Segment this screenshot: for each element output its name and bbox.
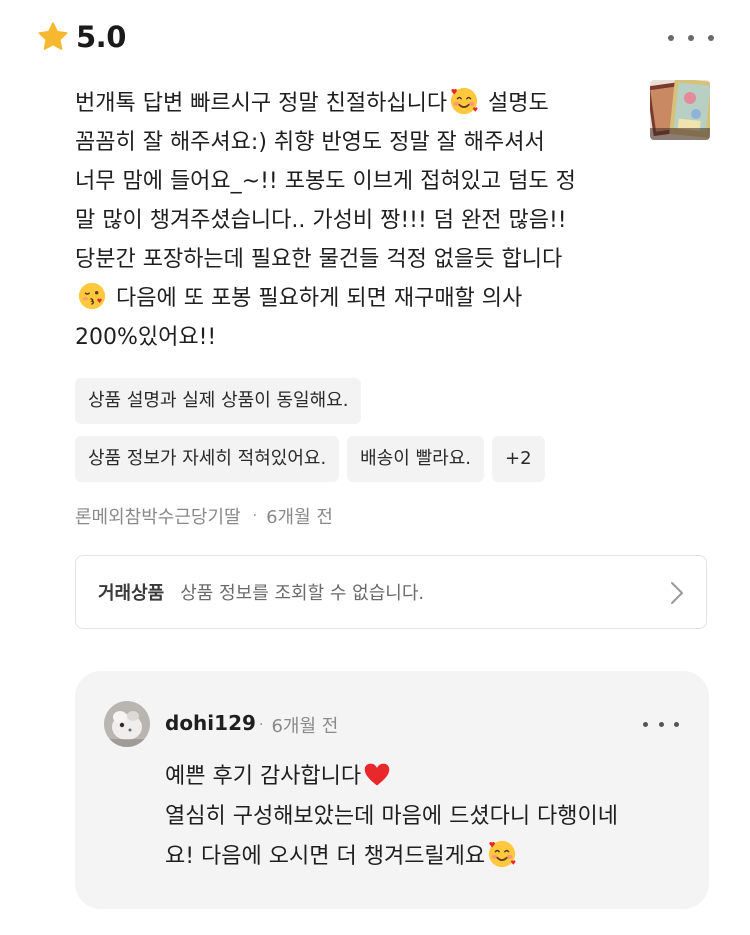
reply-line-text: 예쁜 후기 감사합니다 [165,764,362,789]
dot [708,35,714,41]
dot [688,35,694,41]
review-meta: 론메외참박수근당기딸 · 6개월 전 [75,503,333,529]
reply-author-name[interactable]: dohi129 [165,711,256,735]
review-line: 번개톡 답변 빠르시구 정말 친절하십니다 [75,91,448,116]
review-line: 200%있어요!! [75,325,217,350]
more-tags-button[interactable]: +2 [491,436,545,482]
avatar[interactable] [104,701,150,747]
reply-line: 열심히 구성해보았는데 마음에 드셨다니 다행이네 [165,804,619,829]
dot [658,721,664,727]
dot [674,721,679,727]
product-value: 상품 정보를 조회할 수 없습니다. [180,583,425,604]
meta-separator: · [259,717,264,733]
review-photo-thumbnail[interactable] [650,80,710,140]
review-line: 당분간 포장하는데 필요한 물건들 걱정 없을듯 합니다 [75,247,563,272]
tag-row: 상품 정보가 자세히 적혀있어요. 배송이 빨라요. +2 [75,436,675,482]
more-options-icon[interactable] [668,24,714,52]
smiling-face-with-hearts-icon [450,87,478,115]
reply-more-options-icon[interactable] [643,715,679,733]
reply-line: 예쁜 후기 감사합니다 [165,757,685,797]
review-line: 꼼꼼히 잘 해주셔요:) 취향 반영도 정말 잘 해주셔서 [75,130,545,155]
review-text: 번개톡 답변 빠르시구 정말 친절하십니다 설명도 꼼꼼히 잘 해주셔요:) 취… [75,84,635,357]
review-time: 6개월 전 [266,507,333,528]
dot [668,35,674,41]
chevron-right-icon [671,582,683,604]
review-author[interactable]: 론메외참박수근당기딸 [75,503,241,529]
meta-separator: · [252,508,258,524]
review-photo-image [650,80,710,140]
dot [643,721,648,727]
reply-line-text: 요! 다음에 오시면 더 챙겨드릴게요 [165,844,486,869]
review-line: 다음에 또 포봉 필요하게 되면 재구매할 의사 [109,286,523,311]
seller-reply: dohi129 · 6개월 전 예쁜 후기 감사합니다 열심히 구성해보았는데 … [75,671,709,909]
review-tags: 상품 설명과 실제 상품이 동일해요. 상품 정보가 자세히 적혀있어요. 배송… [75,378,675,494]
trade-product-link[interactable]: 거래상품 상품 정보를 조회할 수 없습니다. [75,555,707,629]
product-label: 거래상품 [98,583,165,604]
review-line: 너무 맘에 들어요_~!! 포봉도 이브게 접혀있고 덤도 정 [75,169,576,194]
reply-line: 요! 다음에 오시면 더 챙겨드릴게요 [165,837,685,877]
smiling-face-with-hearts-icon [489,840,516,868]
reply-text: 예쁜 후기 감사합니다 열심히 구성해보았는데 마음에 드셨다니 다행이네 요!… [165,757,685,877]
review-line: 말 많이 챙겨주셨습니다.. 가성비 짱!!! 덤 완전 많음!! [75,208,567,233]
tag-chip: 상품 정보가 자세히 적혀있어요. [75,436,340,482]
red-heart-icon [364,763,390,786]
face-blowing-kiss-icon [78,282,106,310]
star-icon [38,22,68,50]
avatar-image [104,701,150,747]
tag-chip: 상품 설명과 실제 상품이 동일해요. [75,378,362,424]
rating-value: 5.0 [76,20,126,54]
tag-row: 상품 설명과 실제 상품이 동일해요. [75,378,675,424]
review-line: 설명도 [481,91,549,116]
tag-chip: 배송이 빨라요. [347,436,484,482]
rating-header: 5.0 [36,20,126,54]
reply-meta: · 6개월 전 [259,712,338,738]
reply-time: 6개월 전 [271,716,339,737]
